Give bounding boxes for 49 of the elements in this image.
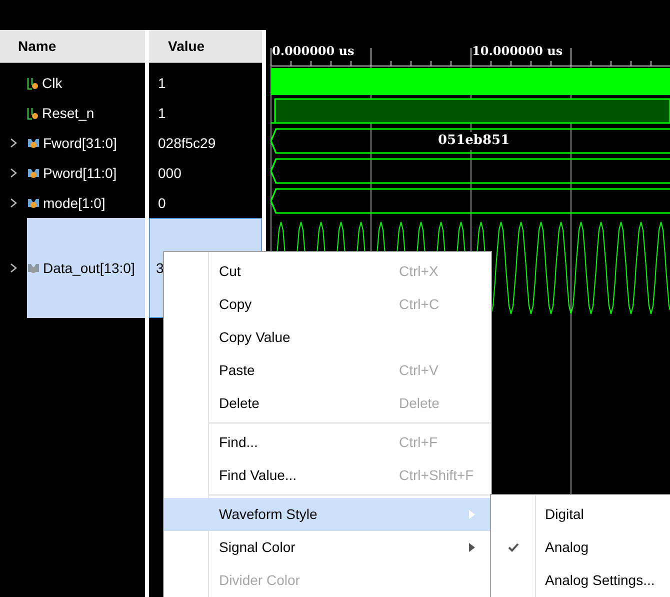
signal-name: Data_out[13:0] bbox=[43, 258, 135, 278]
signal-row[interactable]: mode[1:0] bbox=[27, 188, 145, 218]
value-cell-text: 000 bbox=[157, 164, 182, 182]
signal-name: Reset_n bbox=[42, 104, 94, 123]
signal-row[interactable]: Data_out[13:0] bbox=[27, 218, 145, 318]
submenu-item[interactable]: Digital bbox=[491, 498, 670, 531]
bus-icon bbox=[27, 167, 40, 179]
signal-name: Clk bbox=[42, 74, 62, 92]
submenu-arrow-icon bbox=[469, 510, 475, 519]
value-cell-text: 028f5c29 bbox=[157, 134, 217, 152]
submenu-item[interactable]: Analog Settings... bbox=[491, 564, 670, 597]
shortcut-label: Ctrl+V bbox=[399, 361, 440, 380]
signal-name: Pword[11:0] bbox=[43, 164, 117, 183]
signal-name: Fword[31:0] bbox=[43, 134, 117, 153]
menu-item[interactable]: Waveform Style bbox=[164, 498, 491, 531]
expand-chevron-icon[interactable] bbox=[10, 138, 17, 148]
bus-icon bbox=[27, 197, 40, 209]
submenu-arrow-icon bbox=[469, 543, 475, 552]
signal-icon bbox=[27, 106, 39, 120]
signal-name: mode[1:0] bbox=[43, 194, 106, 213]
signal-row[interactable]: Clk bbox=[27, 68, 145, 98]
expand-chevron-icon[interactable] bbox=[10, 198, 17, 208]
signal-row[interactable]: Fword[31:0] bbox=[27, 128, 145, 158]
column-header[interactable]: Value bbox=[149, 30, 262, 63]
value-cell-text: 1 bbox=[157, 74, 167, 92]
menu-item[interactable]: Find Value... Ctrl+Shift+F bbox=[164, 459, 491, 492]
time-label: 0.000000 us bbox=[272, 44, 354, 58]
value-cell-text: 0 bbox=[157, 194, 167, 212]
menu-item[interactable]: Find... Ctrl+F bbox=[164, 426, 491, 459]
signal-icon bbox=[27, 76, 39, 90]
signal-row[interactable]: Pword[11:0] bbox=[27, 158, 145, 188]
shortcut-label: Ctrl+C bbox=[399, 295, 440, 314]
column-header[interactable]: Name bbox=[0, 30, 145, 63]
bus-icon bbox=[27, 137, 40, 149]
submenu-item[interactable]: Analog bbox=[491, 531, 670, 564]
signal-row[interactable]: Reset_n bbox=[27, 98, 145, 128]
menu-item[interactable]: Delete Delete bbox=[164, 387, 491, 420]
shortcut-label: Ctrl+F bbox=[399, 433, 438, 452]
shortcut-label: Ctrl+Shift+F bbox=[399, 466, 475, 485]
time-label: 10.000000 us bbox=[472, 44, 563, 58]
menu-item[interactable]: Paste Ctrl+V bbox=[164, 354, 491, 387]
value-cell-text: 1 bbox=[157, 104, 167, 122]
shortcut-label: Delete bbox=[399, 394, 440, 413]
bus-icon bbox=[27, 262, 40, 274]
menu-item[interactable]: Copy Value bbox=[164, 321, 491, 354]
shortcut-label: Ctrl+X bbox=[399, 262, 440, 281]
menu-item[interactable]: Signal Color bbox=[164, 531, 491, 564]
expand-chevron-icon[interactable] bbox=[10, 263, 17, 273]
expand-chevron-icon[interactable] bbox=[10, 168, 17, 178]
